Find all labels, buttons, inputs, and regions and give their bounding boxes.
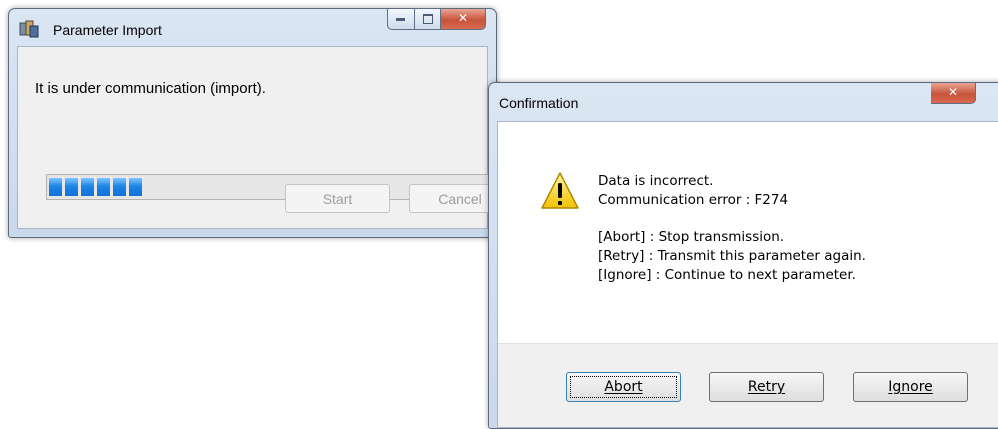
dialog-title: Confirmation (499, 95, 579, 111)
message-line-3: [Abort] : Stop transmission. (598, 229, 785, 245)
app-icon (19, 20, 39, 38)
dialog-message: Data is incorrect. Communication error :… (598, 172, 866, 285)
maximize-button[interactable] (415, 9, 441, 30)
caption-buttons: ✕ (387, 9, 486, 30)
cancel-button[interactable]: Cancel (409, 184, 496, 213)
close-icon: ✕ (947, 85, 959, 99)
message-line-2: Communication error : F274 (598, 192, 789, 208)
minimize-button[interactable] (387, 9, 415, 30)
title-bar[interactable]: Parameter Import ✕ (9, 9, 496, 45)
abort-button[interactable]: Abort (566, 372, 681, 402)
progress-segment (65, 178, 78, 196)
message-line-5: [Ignore] : Continue to next parameter. (598, 267, 856, 283)
minimize-icon (396, 18, 405, 21)
confirmation-dialog: Confirmation ✕ Data is incorrect. Commun… (488, 82, 998, 429)
status-message: It is under communication (import). (35, 80, 266, 97)
close-button[interactable]: ✕ (931, 83, 976, 104)
message-line-1: Data is incorrect. (598, 173, 714, 189)
message-line-4: [Retry] : Transmit this parameter again. (598, 248, 866, 264)
retry-button[interactable]: Retry (709, 372, 824, 402)
progress-fill (49, 178, 142, 196)
progress-segment (49, 178, 62, 196)
progress-segment (129, 178, 142, 196)
button-bar: Abort Retry Ignore (498, 343, 998, 427)
caption-buttons: ✕ (931, 83, 976, 104)
maximize-icon (423, 14, 433, 24)
ignore-label: Ignore (888, 379, 933, 395)
ignore-button[interactable]: Ignore (853, 372, 968, 402)
title-bar[interactable]: Confirmation ✕ (489, 83, 998, 121)
start-button[interactable]: Start (285, 184, 390, 213)
window-title: Parameter Import (53, 22, 162, 38)
close-icon: ✕ (457, 11, 469, 25)
parameter-import-window: Parameter Import ✕ It is under communica… (8, 8, 497, 238)
progress-segment (113, 178, 126, 196)
dialog-body: Data is incorrect. Communication error :… (497, 121, 998, 428)
warning-icon (541, 172, 579, 209)
progress-segment (81, 178, 94, 196)
progress-segment (97, 178, 110, 196)
close-button[interactable]: ✕ (441, 9, 486, 30)
retry-label: Retry (747, 379, 786, 395)
